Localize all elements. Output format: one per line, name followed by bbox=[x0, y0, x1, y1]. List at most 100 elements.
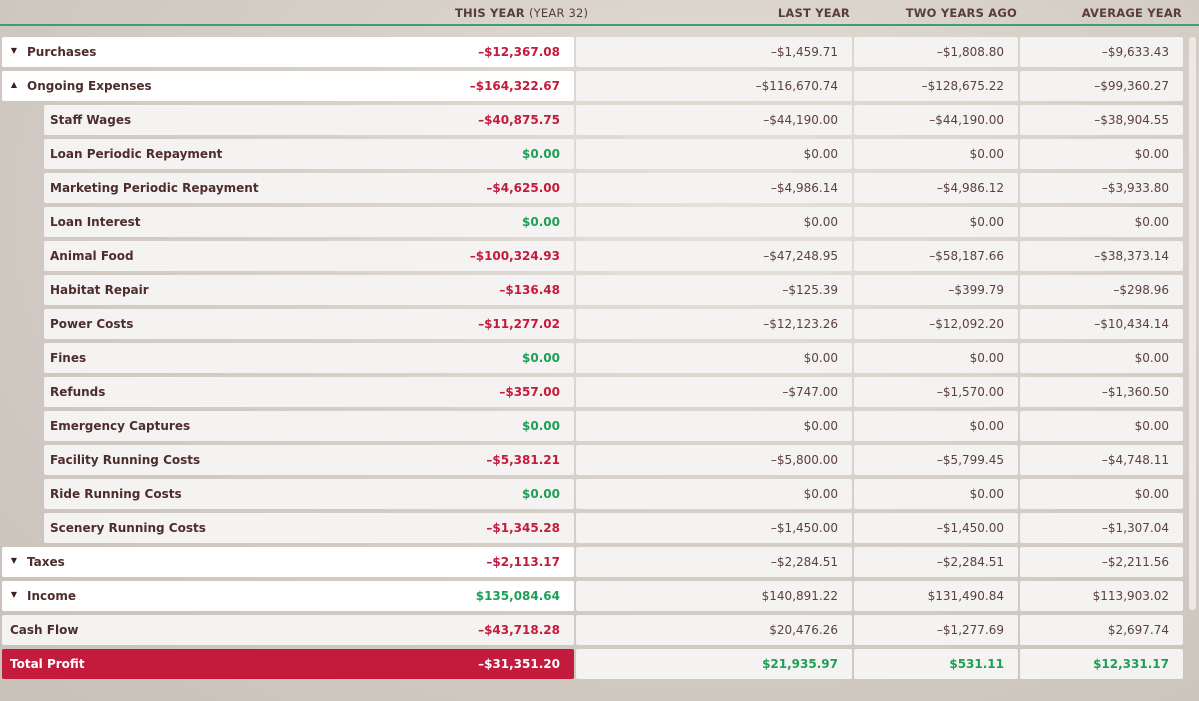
two-years-ago-value-cell: $0.00 bbox=[854, 139, 1018, 169]
average-year-value-cell: $0.00 bbox=[1020, 139, 1183, 169]
two-years-ago-value-cell: –$4,986.12 bbox=[854, 173, 1018, 203]
this-year-value: $135,084.64 bbox=[475, 589, 560, 603]
two-years-ago-value: –$1,808.80 bbox=[936, 45, 1004, 59]
average-year-value: –$1,360.50 bbox=[1101, 385, 1169, 399]
last-year-value-cell: –$12,123.26 bbox=[576, 309, 852, 339]
last-year-value-cell: –$116,670.74 bbox=[576, 71, 852, 101]
average-year-value-cell: –$9,633.43 bbox=[1020, 37, 1183, 67]
row-name-cell: Power Costs –$11,277.02 bbox=[44, 309, 574, 339]
this-year-value: –$40,875.75 bbox=[478, 113, 560, 127]
two-years-ago-value-cell: $0.00 bbox=[854, 479, 1018, 509]
two-years-ago-value: –$12,092.20 bbox=[929, 317, 1004, 331]
group-row[interactable]: ▲ Ongoing Expenses –$164,322.67 –$116,670.7… bbox=[0, 71, 1199, 101]
last-year-value-cell: $0.00 bbox=[576, 411, 852, 441]
table-row: Animal Food –$100,324.93 –$47,248.95 –$58,1… bbox=[0, 241, 1199, 271]
row-name-cell: Refunds –$357.00 bbox=[44, 377, 574, 407]
row-label: Income bbox=[27, 589, 77, 603]
row-label: Emergency Captures bbox=[50, 419, 191, 433]
last-year-value: –$4,986.14 bbox=[770, 181, 838, 195]
header-average-year: AVERAGE YEAR bbox=[1081, 6, 1182, 20]
row-name-cell: Loan Interest $0.00 bbox=[44, 207, 574, 237]
average-year-value: $12,331.17 bbox=[1093, 657, 1169, 671]
average-year-value-cell: –$1,360.50 bbox=[1020, 377, 1183, 407]
last-year-value: –$1,459.71 bbox=[770, 45, 838, 59]
average-year-value: –$38,904.55 bbox=[1094, 113, 1169, 127]
last-year-value-cell: $0.00 bbox=[576, 139, 852, 169]
last-year-value: –$44,190.00 bbox=[763, 113, 838, 127]
last-year-value-cell: –$747.00 bbox=[576, 377, 852, 407]
last-year-value: $0.00 bbox=[803, 419, 838, 433]
chevron-down-icon[interactable]: ▼ bbox=[9, 46, 19, 55]
average-year-value-cell: –$4,748.11 bbox=[1020, 445, 1183, 475]
this-year-value: –$1,345.28 bbox=[486, 521, 560, 535]
group-row[interactable]: ▼ Income $135,084.64 $140,891.22 $131,490.84… bbox=[0, 581, 1199, 611]
average-year-value-cell: –$38,373.14 bbox=[1020, 241, 1183, 271]
row-name-cell: Emergency Captures $0.00 bbox=[44, 411, 574, 441]
chevron-down-icon[interactable]: ▼ bbox=[9, 556, 19, 565]
last-year-value: –$12,123.26 bbox=[763, 317, 838, 331]
average-year-value: –$9,633.43 bbox=[1101, 45, 1169, 59]
last-year-value-cell: $0.00 bbox=[576, 343, 852, 373]
scrollbar[interactable] bbox=[1189, 37, 1196, 610]
last-year-value: –$116,670.74 bbox=[755, 79, 838, 93]
last-year-value-cell: $0.00 bbox=[576, 479, 852, 509]
row-label: Taxes bbox=[27, 555, 65, 569]
row-name-cell: Ride Running Costs $0.00 bbox=[44, 479, 574, 509]
group-row[interactable]: ▼ Purchases –$12,367.08 –$1,459.71 –$1,808.8… bbox=[0, 37, 1199, 67]
average-year-value-cell: –$99,360.27 bbox=[1020, 71, 1183, 101]
row-label: Power Costs bbox=[50, 317, 134, 331]
two-years-ago-value-cell: –$128,675.22 bbox=[854, 71, 1018, 101]
average-year-value: $0.00 bbox=[1134, 147, 1169, 161]
this-year-value: –$100,324.93 bbox=[469, 249, 560, 263]
header-last-year: LAST YEAR bbox=[777, 6, 850, 20]
two-years-ago-value-cell: –$12,092.20 bbox=[854, 309, 1018, 339]
two-years-ago-value: $131,490.84 bbox=[927, 589, 1004, 603]
average-year-value-cell: –$3,933.80 bbox=[1020, 173, 1183, 203]
two-years-ago-value: –$128,675.22 bbox=[921, 79, 1004, 93]
row-label: Habitat Repair bbox=[50, 283, 149, 297]
average-year-value: $113,903.02 bbox=[1092, 589, 1169, 603]
last-year-value-cell: $0.00 bbox=[576, 207, 852, 237]
chevron-up-icon[interactable]: ▲ bbox=[9, 80, 19, 89]
row-name-cell[interactable]: ▼ Taxes –$2,113.17 bbox=[2, 547, 574, 577]
row-name-cell[interactable]: ▼ Purchases –$12,367.08 bbox=[2, 37, 574, 67]
average-year-value-cell: $0.00 bbox=[1020, 343, 1183, 373]
group-row[interactable]: ▼ Taxes –$2,113.17 –$2,284.51 –$2,284.51 –$2,… bbox=[0, 547, 1199, 577]
last-year-value: –$47,248.95 bbox=[763, 249, 838, 263]
last-year-value: $0.00 bbox=[803, 351, 838, 365]
row-label: Total Profit bbox=[10, 657, 85, 671]
two-years-ago-value: –$2,284.51 bbox=[936, 555, 1004, 569]
two-years-ago-value-cell: –$399.79 bbox=[854, 275, 1018, 305]
row-name-cell: Fines $0.00 bbox=[44, 343, 574, 373]
this-year-value: –$164,322.67 bbox=[469, 79, 560, 93]
last-year-value: –$125.39 bbox=[782, 283, 838, 297]
two-years-ago-value: –$5,799.45 bbox=[936, 453, 1004, 467]
this-year-value: –$357.00 bbox=[499, 385, 560, 399]
two-years-ago-value-cell: $531.11 bbox=[854, 649, 1018, 679]
header-two-years-ago: TWO YEARS AGO bbox=[905, 6, 1017, 20]
two-years-ago-value-cell: $0.00 bbox=[854, 343, 1018, 373]
two-years-ago-value-cell: –$1,808.80 bbox=[854, 37, 1018, 67]
last-year-value-cell: –$4,986.14 bbox=[576, 173, 852, 203]
two-years-ago-value: $0.00 bbox=[969, 147, 1004, 161]
row-label: Staff Wages bbox=[50, 113, 132, 127]
row-name-cell[interactable]: ▼ Income $135,084.64 bbox=[2, 581, 574, 611]
two-years-ago-value-cell: –$1,450.00 bbox=[854, 513, 1018, 543]
average-year-value: –$38,373.14 bbox=[1094, 249, 1169, 263]
table-row: Marketing Periodic Repayment –$4,625.00 –$… bbox=[0, 173, 1199, 203]
row-name-cell: Marketing Periodic Repayment –$4,625.00 bbox=[44, 173, 574, 203]
two-years-ago-value-cell: $131,490.84 bbox=[854, 581, 1018, 611]
this-year-value: –$31,351.20 bbox=[478, 657, 560, 671]
two-years-ago-value: –$1,450.00 bbox=[936, 521, 1004, 535]
two-years-ago-value: –$1,277.69 bbox=[936, 623, 1004, 637]
average-year-value: –$10,434.14 bbox=[1094, 317, 1169, 331]
row-name-cell: Facility Running Costs –$5,381.21 bbox=[44, 445, 574, 475]
row-name-cell: Total Profit –$31,351.20 bbox=[2, 649, 574, 679]
last-year-value-cell: –$2,284.51 bbox=[576, 547, 852, 577]
row-name-cell[interactable]: ▲ Ongoing Expenses –$164,322.67 bbox=[2, 71, 574, 101]
row-label: Loan Interest bbox=[50, 215, 141, 229]
average-year-value: $0.00 bbox=[1134, 419, 1169, 433]
chevron-down-icon[interactable]: ▼ bbox=[9, 590, 19, 599]
two-years-ago-value: –$1,570.00 bbox=[936, 385, 1004, 399]
table-row: Refunds –$357.00 –$747.00 –$1,570.00 –$1,360… bbox=[0, 377, 1199, 407]
